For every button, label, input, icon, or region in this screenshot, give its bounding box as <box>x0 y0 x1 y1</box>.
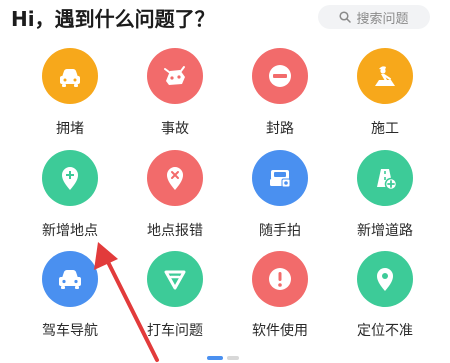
tile-label: 定位不准 <box>357 323 413 339</box>
page-indicator-active-dot <box>207 356 223 360</box>
tile-circle <box>42 150 98 206</box>
app-usage-alert-icon <box>269 268 291 290</box>
tile-circle <box>147 150 203 206</box>
tile-label: 事故 <box>161 121 189 137</box>
tile-label: 打车问题 <box>147 323 203 339</box>
tile-location-error[interactable]: 地点报错 <box>125 150 225 250</box>
page-indicator <box>0 352 450 363</box>
tile-label: 新增地点 <box>42 223 98 239</box>
congestion-car-icon <box>60 69 80 87</box>
tile-construction[interactable]: 施工 <box>335 48 435 148</box>
tile-label: 随手拍 <box>259 223 301 239</box>
tile-circle <box>357 48 413 104</box>
tile-location-inaccurate[interactable]: 定位不准 <box>335 251 435 351</box>
tile-label: 地点报错 <box>147 223 203 239</box>
add-road-icon <box>377 169 398 191</box>
photo-truck-icon <box>270 170 291 188</box>
car-navigation-icon <box>59 270 81 289</box>
tile-app-usage[interactable]: 软件使用 <box>230 251 330 351</box>
tile-circle <box>42 48 98 104</box>
tile-circle <box>252 48 308 104</box>
tile-circle <box>357 150 413 206</box>
tile-label: 封路 <box>266 121 294 137</box>
tile-label: 新增道路 <box>357 223 413 239</box>
tile-label: 施工 <box>371 121 399 137</box>
location-error-icon <box>167 167 183 190</box>
tile-accident[interactable]: 事故 <box>125 48 225 148</box>
tile-label: 软件使用 <box>252 323 308 339</box>
issue-category-grid: 拥堵 事故 封路 施工 新增地点 地点报错 随手拍 新增道路 驾车导航 打车问题… <box>0 0 450 363</box>
page-indicator-dot <box>227 356 239 360</box>
tile-car-navigation[interactable]: 驾车导航 <box>20 251 120 351</box>
add-location-icon <box>62 167 78 190</box>
tile-add-road[interactable]: 新增道路 <box>335 150 435 250</box>
tile-add-location[interactable]: 新增地点 <box>20 150 120 250</box>
accident-car-icon <box>164 66 185 85</box>
tile-taxi-problem[interactable]: 打车问题 <box>125 251 225 351</box>
tile-label: 驾车导航 <box>42 323 98 339</box>
road-closed-icon <box>269 65 291 87</box>
tile-congestion[interactable]: 拥堵 <box>20 48 120 148</box>
taxi-problem-icon <box>164 270 186 290</box>
tile-label: 拥堵 <box>56 121 84 137</box>
construction-worker-icon <box>375 66 395 86</box>
tile-circle <box>147 251 203 307</box>
tile-circle <box>252 251 308 307</box>
tile-circle <box>42 251 98 307</box>
tile-photo-report[interactable]: 随手拍 <box>230 150 330 250</box>
tile-circle <box>147 48 203 104</box>
location-inaccurate-icon <box>377 268 393 291</box>
tile-circle <box>357 251 413 307</box>
tile-road-closed[interactable]: 封路 <box>230 48 330 148</box>
tile-circle <box>252 150 308 206</box>
